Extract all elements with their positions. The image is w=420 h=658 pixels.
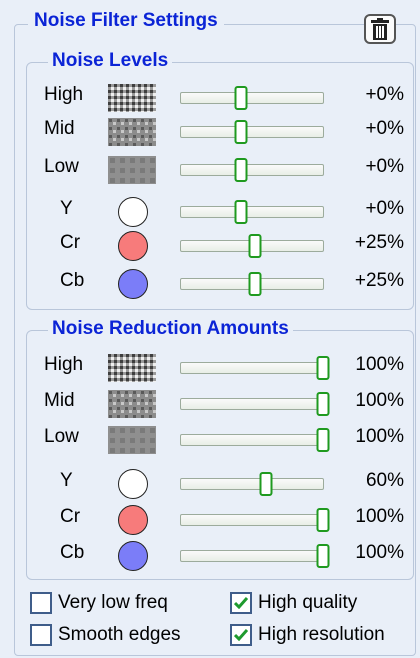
slider-thumb[interactable] [316, 544, 330, 568]
red-circle-icon [118, 231, 148, 261]
row-label: Y [60, 198, 73, 219]
red-circle-icon [118, 505, 148, 535]
slider-track[interactable] [180, 158, 324, 182]
slider-row: Cb +25% [0, 268, 420, 299]
row-label: Mid [44, 118, 75, 139]
slider-row: High +0% [0, 82, 420, 112]
row-value: +0% [365, 118, 404, 139]
option-checkbox[interactable]: High resolution [230, 624, 385, 646]
slider-thumb[interactable] [234, 200, 248, 224]
fine-noise-swatch [108, 426, 156, 454]
trash-icon [371, 18, 389, 40]
checked-box-icon[interactable] [230, 624, 252, 646]
row-label: Cr [60, 506, 81, 527]
row-value: 60% [365, 470, 404, 491]
white-circle-icon [118, 469, 148, 499]
medium-noise-swatch [108, 390, 156, 418]
white-circle-icon [118, 197, 148, 227]
coarse-noise-swatch [108, 84, 156, 112]
noise-reduction-title: Noise Reduction Amounts [48, 318, 293, 340]
unchecked-box-icon[interactable] [30, 592, 52, 614]
slider-row: Cb 100% [0, 540, 420, 571]
slider-thumb[interactable] [248, 234, 262, 258]
slider-row: Y 60% [0, 468, 420, 499]
row-label: Cr [60, 232, 81, 253]
slider-thumb[interactable] [316, 392, 330, 416]
row-value: 100% [355, 542, 404, 563]
blue-circle-icon [118, 269, 148, 299]
row-value: 100% [355, 426, 404, 447]
row-value: 100% [355, 506, 404, 527]
fine-noise-swatch [108, 156, 156, 184]
row-label: Low [44, 426, 79, 447]
slider-thumb[interactable] [234, 120, 248, 144]
slider-thumb[interactable] [248, 272, 262, 296]
row-label: Low [44, 156, 79, 177]
noise-levels-title: Noise Levels [48, 50, 173, 72]
row-value: +25% [354, 270, 404, 291]
row-value: +0% [365, 198, 404, 219]
slider-track[interactable] [180, 392, 330, 416]
slider-track[interactable] [180, 428, 330, 452]
slider-thumb[interactable] [316, 508, 330, 532]
row-label: High [44, 354, 84, 375]
trash-button[interactable] [364, 14, 396, 44]
slider-track[interactable] [180, 120, 324, 144]
slider-row: Low +0% [0, 154, 420, 184]
slider-track[interactable] [180, 272, 324, 296]
slider-thumb[interactable] [316, 428, 330, 452]
slider-row: Low 100% [0, 424, 420, 454]
slider-thumb[interactable] [259, 472, 273, 496]
slider-track[interactable] [180, 200, 324, 224]
row-value: +0% [365, 84, 404, 105]
medium-noise-swatch [108, 118, 156, 146]
slider-track[interactable] [180, 508, 330, 532]
slider-row: Cr +25% [0, 230, 420, 261]
option-checkbox[interactable]: Very low freq [30, 592, 168, 614]
slider-track[interactable] [180, 356, 330, 380]
option-label: Smooth edges [58, 624, 181, 645]
option-label: High resolution [258, 624, 385, 645]
option-checkbox[interactable]: High quality [230, 592, 357, 614]
slider-thumb[interactable] [234, 86, 248, 110]
blue-circle-icon [118, 541, 148, 571]
slider-row: High 100% [0, 352, 420, 382]
option-label: High quality [258, 592, 358, 613]
coarse-noise-swatch [108, 354, 156, 382]
slider-track[interactable] [180, 234, 324, 258]
slider-track[interactable] [180, 86, 324, 110]
slider-row: Mid +0% [0, 116, 420, 146]
slider-track[interactable] [180, 472, 324, 496]
row-label: Y [60, 470, 73, 491]
checked-box-icon[interactable] [230, 592, 252, 614]
row-value: +25% [354, 232, 404, 253]
row-value: 100% [355, 354, 404, 375]
row-value: 100% [355, 390, 404, 411]
option-label: Very low freq [58, 592, 168, 613]
slider-row: Mid 100% [0, 388, 420, 418]
unchecked-box-icon[interactable] [30, 624, 52, 646]
panel-title: Noise Filter Settings [28, 10, 224, 32]
row-value: +0% [365, 156, 404, 177]
slider-thumb[interactable] [234, 158, 248, 182]
row-label: Mid [44, 390, 75, 411]
row-label: High [44, 84, 84, 105]
option-checkbox[interactable]: Smooth edges [30, 624, 181, 646]
slider-track[interactable] [180, 544, 330, 568]
slider-row: Y +0% [0, 196, 420, 227]
slider-thumb[interactable] [316, 356, 330, 380]
row-label: Cb [60, 270, 85, 291]
row-label: Cb [60, 542, 85, 563]
slider-row: Cr 100% [0, 504, 420, 535]
